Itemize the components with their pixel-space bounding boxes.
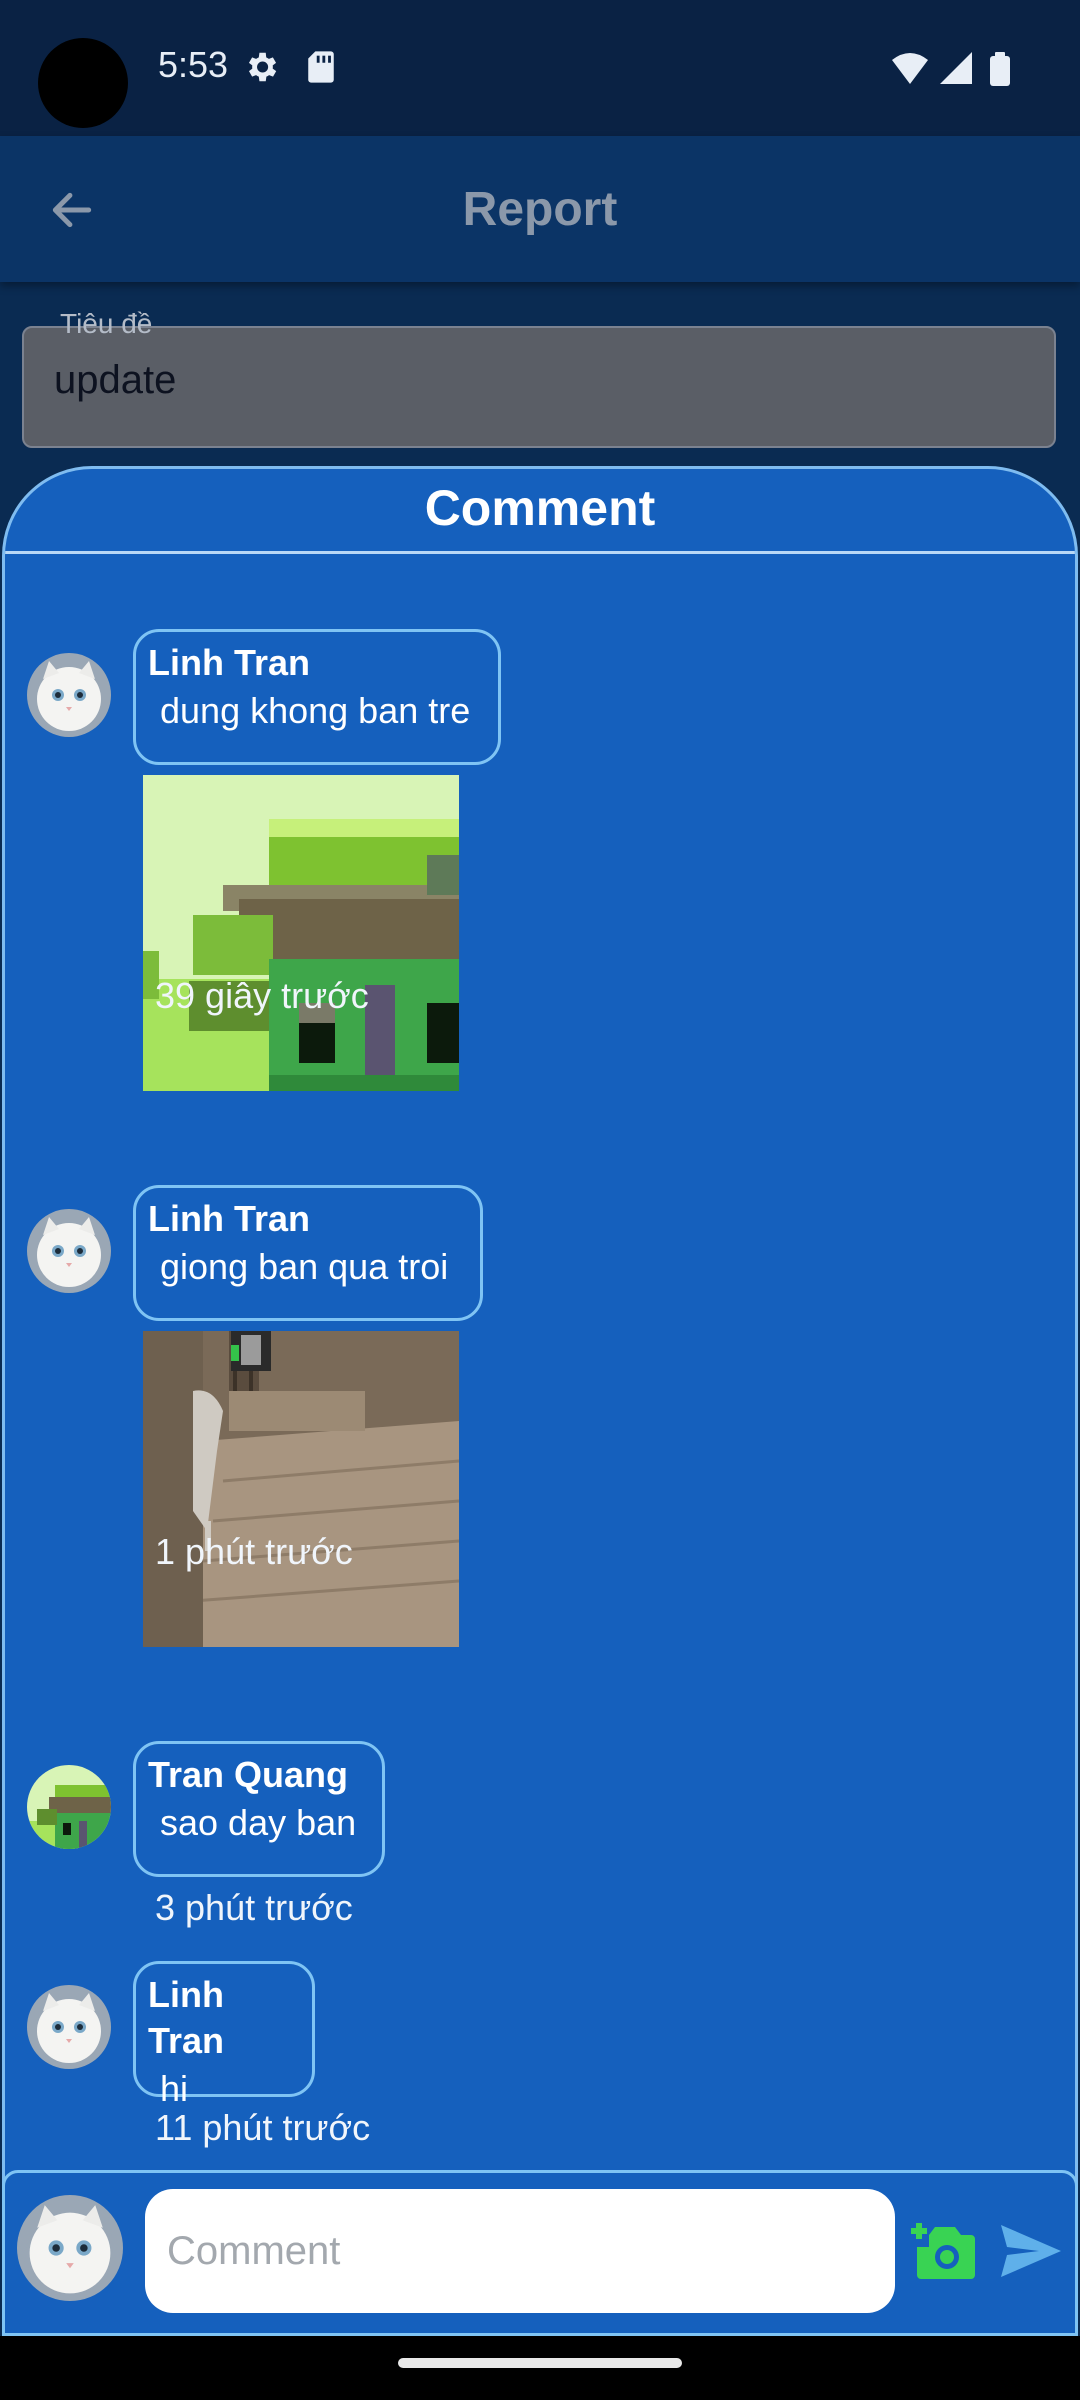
avatar[interactable] (27, 1765, 111, 1849)
front-camera (38, 38, 128, 128)
comment-bubble: Tran Quang sao day ban (133, 1741, 385, 1877)
comment-image[interactable] (143, 1331, 459, 1647)
cat-avatar-icon (27, 653, 111, 737)
sd-card-icon (308, 51, 334, 83)
status-bar: 5:53 (0, 0, 1080, 136)
comment-text: sao day ban (160, 1802, 357, 1843)
divider (5, 551, 1075, 554)
app-bar: Report (0, 136, 1080, 282)
comment-section-title: Comment (424, 480, 656, 536)
comment-time: 39 giây trước (155, 975, 369, 1016)
page-title: Report (462, 183, 618, 236)
comment-author: Tran Quang (148, 1754, 349, 1795)
room-floor-image (143, 1331, 459, 1647)
status-time: 5:53 (158, 44, 229, 85)
pixel-house-image (143, 775, 459, 1091)
comment-time: 1 phút trước (155, 1531, 353, 1572)
avatar[interactable] (27, 1985, 111, 2069)
pixel-house-avatar-icon (27, 1765, 111, 1849)
comment-author: Linh Tran (148, 1974, 225, 2061)
comment-text: dung khong ban tre (160, 690, 471, 731)
comment-author: Linh Tran (148, 1198, 310, 1239)
avatar[interactable] (27, 653, 111, 737)
battery-icon (990, 52, 1010, 86)
cat-avatar-icon (27, 1985, 111, 2069)
comment-input-bar (2, 2170, 1078, 2336)
cat-avatar-icon (17, 2195, 123, 2301)
cat-avatar-icon (27, 1209, 111, 1293)
comment-time: 3 phút trước (155, 1887, 353, 1928)
comment-bubble: Linh Tran dung khong ban tre (133, 629, 501, 765)
comment-author: Linh Tran (148, 642, 310, 683)
comment-image[interactable] (143, 775, 459, 1091)
send-icon[interactable] (999, 2221, 1063, 2281)
comment-time: 11 phút trước (155, 2107, 371, 2148)
add-photo-icon[interactable] (909, 2219, 979, 2283)
comment-bubble: Linh Tran giong ban qua troi (133, 1185, 483, 1321)
navigation-bar (0, 2336, 1080, 2400)
wifi-icon (892, 53, 928, 84)
title-field-label: Tiêu đề (54, 308, 159, 340)
title-field-value: update (54, 358, 177, 402)
home-gesture-handle[interactable] (398, 2358, 682, 2368)
title-field[interactable]: Tiêu đề update (22, 308, 1056, 448)
comment-bubble: Linh Tran hi (133, 1961, 315, 2109)
comment-text: giong ban qua troi (160, 1246, 449, 1287)
status-icons (892, 52, 1010, 86)
avatar[interactable] (27, 1209, 111, 1293)
gear-icon (248, 52, 277, 82)
signal-icon (940, 52, 972, 84)
comment-input[interactable] (145, 2189, 895, 2313)
comment-sheet: Comment Linh Tran dung khong ban tre 39 … (2, 466, 1078, 2336)
avatar[interactable] (17, 2195, 123, 2301)
